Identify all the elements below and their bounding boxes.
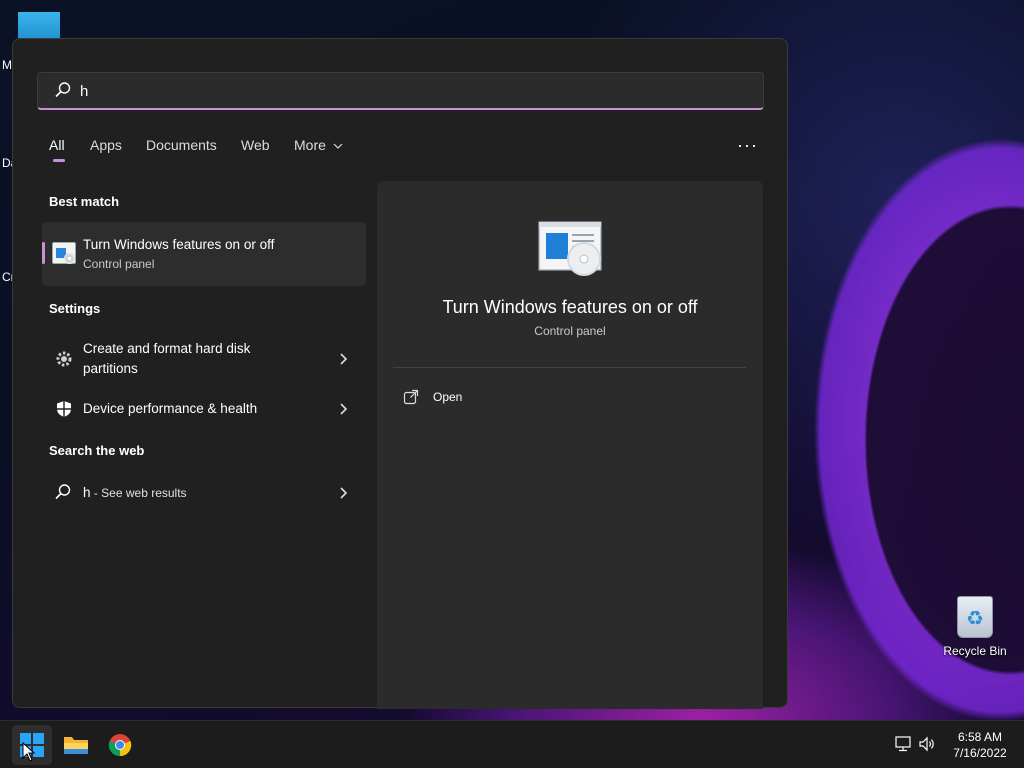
search-input[interactable]: [80, 79, 740, 103]
tab-apps[interactable]: Apps: [90, 137, 122, 153]
volume-icon[interactable]: [918, 735, 936, 753]
search-icon: [55, 484, 71, 500]
divider: [393, 367, 746, 368]
detail-title: Turn Windows features on or off: [442, 297, 698, 317]
chevron-right-icon: [340, 353, 348, 365]
system-clock[interactable]: 6:58 AM 7/16/2022: [940, 729, 1020, 761]
section-best-match: Best match: [49, 194, 120, 209]
desktop-label-partial: M: [2, 58, 12, 72]
chrome-button[interactable]: [100, 725, 140, 765]
tab-all[interactable]: All: [49, 137, 65, 153]
tab-active-indicator: [53, 159, 65, 162]
best-match-subtitle: Control panel: [83, 257, 155, 271]
section-search-web: Search the web: [49, 443, 145, 458]
clock-time: 6:58 AM: [957, 730, 1003, 744]
tab-web[interactable]: Web: [241, 137, 270, 153]
recycle-bin-shortcut[interactable]: ♻ Recycle Bin: [942, 596, 1008, 658]
web-search-label: h - See web results: [83, 485, 187, 500]
recycle-bin-label: Recycle Bin: [943, 644, 1007, 658]
best-match-item[interactable]: Turn Windows features on or off Control …: [42, 222, 366, 286]
tab-more[interactable]: More: [294, 137, 343, 153]
result-detail-pane: Turn Windows features on or off Control …: [377, 181, 763, 709]
shield-icon: [57, 401, 71, 417]
selection-accent: [42, 242, 45, 264]
start-search-panel: All Apps Documents Web More ··· Best mat…: [12, 38, 788, 709]
network-icon[interactable]: [894, 735, 912, 753]
settings-item-label-line1: Create and format hard disk: [83, 341, 251, 356]
file-explorer-button[interactable]: [56, 725, 96, 765]
chevron-right-icon: [340, 487, 348, 499]
web-search-query: h: [83, 485, 91, 500]
open-external-icon: [403, 389, 419, 405]
web-search-suffix: - See web results: [90, 486, 187, 500]
taskbar: 6:58 AM 7/16/2022: [0, 720, 1024, 768]
detail-subtitle: Control panel: [534, 324, 606, 338]
more-options-icon[interactable]: ···: [737, 135, 758, 156]
mouse-cursor-icon: [22, 742, 36, 762]
folder-icon: [64, 737, 88, 754]
settings-item-device-health[interactable]: Device performance & health: [42, 397, 366, 421]
settings-item-label: Device performance & health: [83, 401, 258, 416]
tab-more-label: More: [294, 137, 326, 153]
best-match-title: Turn Windows features on or off: [83, 237, 275, 252]
chevron-down-icon: [333, 143, 343, 149]
windows-features-icon: [538, 221, 602, 276]
settings-item-label-line2: partitions: [83, 361, 138, 376]
chrome-icon: [108, 734, 132, 757]
search-icon: [55, 82, 71, 98]
clock-date: 7/16/2022: [953, 746, 1007, 760]
chevron-right-icon: [340, 403, 348, 415]
settings-item-disk-partitions[interactable]: Create and format hard disk partitions: [42, 337, 366, 383]
web-search-item[interactable]: h - See web results: [42, 481, 366, 505]
section-settings: Settings: [49, 301, 101, 316]
recycle-bin-icon: ♻: [957, 596, 993, 638]
gear-icon: [56, 351, 72, 367]
tab-documents[interactable]: Documents: [146, 137, 217, 153]
search-box[interactable]: [37, 72, 764, 110]
open-label: Open: [433, 390, 463, 404]
windows-features-icon: [52, 242, 76, 264]
